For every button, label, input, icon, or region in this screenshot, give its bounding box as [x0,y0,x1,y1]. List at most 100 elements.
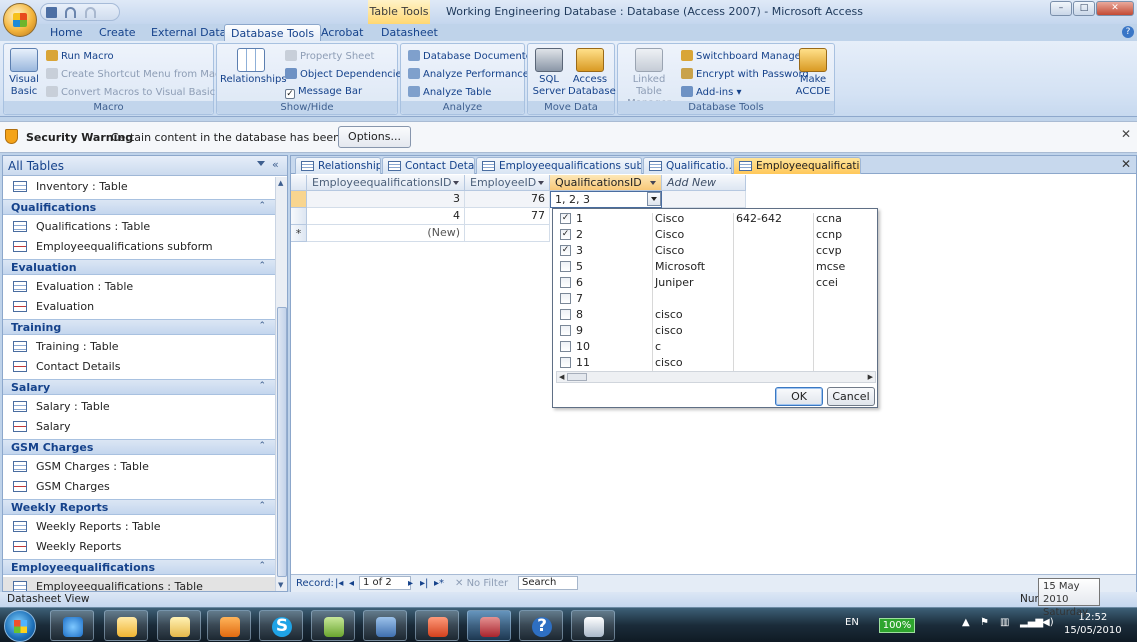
add-new-field-header[interactable]: Add New Field [662,175,746,204]
nav-pane-scrollbar[interactable]: ▲ ▼ [275,177,287,591]
nav-item-gsm-charges[interactable]: GSM Charges [3,477,275,497]
column-header-employeeid[interactable]: EmployeeID [465,175,550,191]
taskbar-internet-explorer[interactable] [50,610,94,641]
flag-icon[interactable]: ⚑ [980,617,989,628]
record-selector[interactable] [291,208,307,225]
create-shortcut-menu-button[interactable]: Create Shortcut Menu from Macro [46,68,231,81]
tab-database-tools[interactable]: Database Tools [224,24,322,41]
chevron-down-icon[interactable] [257,161,265,166]
taskbar-explorer[interactable] [157,610,201,641]
option-checkbox[interactable]: ✓ [560,229,571,240]
cancel-button[interactable]: Cancel [827,387,875,406]
multivalue-option-row[interactable]: 6 Juniper ccei [556,275,876,291]
chevron-up-icon[interactable]: ⌃ [258,501,266,511]
show-hidden-icons[interactable]: ▲ [962,617,970,628]
nav-item-employeequalifications-table[interactable]: Employeequalifications : Table [3,577,275,591]
taskbar-paint[interactable] [571,610,615,641]
close-window-button[interactable]: ✕ [1096,1,1134,16]
close-message-bar-icon[interactable]: ✕ [1121,127,1131,141]
nav-item-evaluation[interactable]: Evaluation [3,297,275,317]
language-indicator[interactable]: EN [845,617,859,628]
run-macro-button[interactable]: Run Macro [46,50,114,63]
ok-button[interactable]: OK [775,387,823,406]
multivalue-option-row[interactable]: 5 Microsoft mcse [556,259,876,275]
visual-basic-button[interactable]: Visual Basic [7,48,41,98]
tab-datasheet[interactable]: Datasheet [375,24,444,41]
sql-server-button[interactable]: SQL Server [531,48,567,98]
nav-pane-header[interactable]: All Tables « [3,156,287,176]
taskbar-access[interactable] [467,610,511,641]
nav-item-training-table[interactable]: Training : Table [3,337,275,357]
shutter-bar-close-icon[interactable]: « [272,158,279,171]
column-dropdown-icon[interactable] [453,181,459,185]
record-selector[interactable] [291,191,307,208]
select-all-corner[interactable] [291,175,307,191]
analyze-table-button[interactable]: Analyze Table [408,86,491,99]
nav-item-evaluation-table[interactable]: Evaluation : Table [3,277,275,297]
analyze-performance-button[interactable]: Analyze Performance [408,68,529,81]
new-record-icon[interactable]: ▸* [434,578,444,589]
doc-tab-qualificatio[interactable]: Qualificatio... [643,157,732,174]
chevron-up-icon[interactable]: ⌃ [258,201,266,211]
taskbar-presentation[interactable] [415,610,459,641]
start-button[interactable] [4,610,36,642]
nav-group-salary[interactable]: Salary ⌃ [3,379,275,395]
cell-new-record[interactable]: (New) [307,225,465,242]
first-record-icon[interactable]: |◂ [335,578,343,589]
chevron-up-icon[interactable]: ⌃ [258,441,266,451]
multivalue-option-row[interactable]: ✓ 2 Cisco ccnp [556,227,876,243]
taskbar-skype[interactable]: S [259,610,303,641]
last-record-icon[interactable]: ▸| [420,578,428,589]
maximize-button[interactable]: □ [1073,1,1095,16]
cell-employeeid[interactable] [465,225,550,242]
record-position-field[interactable]: 1 of 2 [359,576,411,590]
option-checkbox[interactable] [560,357,571,368]
taskbar-help[interactable]: ? [519,610,563,641]
taskbar-outlook[interactable] [104,610,148,641]
taskbar-network-app[interactable] [311,610,355,641]
relationships-button[interactable]: Relationships [220,48,287,86]
redo-icon[interactable] [85,7,96,18]
taskbar-media-player[interactable] [207,610,251,641]
cell-employeeid[interactable]: 77 [465,208,550,225]
nav-item-employeequalifications-subform[interactable]: Employeequalifications subform [3,237,275,257]
scrollbar-thumb[interactable] [277,307,287,577]
access-database-button[interactable]: Access Database [568,48,616,98]
doc-tab-contact-details[interactable]: Contact Details [382,157,475,174]
scroll-right-icon[interactable]: ▶ [868,372,873,382]
doc-tab-employeequalifications[interactable]: Employeequalifications [733,157,861,174]
scrollbar-thumb[interactable] [567,373,587,381]
nav-group-weekly-reports[interactable]: Weekly Reports ⌃ [3,499,275,515]
nav-item-qualifications-table[interactable]: Qualifications : Table [3,217,275,237]
signal-icon[interactable]: ▂▄▆ [1020,617,1043,628]
switchboard-manager-button[interactable]: Switchboard Manager [681,50,805,63]
multivalue-option-row[interactable]: 10 c [556,339,876,355]
option-checkbox[interactable] [560,261,571,272]
option-checkbox[interactable]: ✓ [560,245,571,256]
encrypt-password-button[interactable]: Encrypt with Password [681,68,809,81]
multivalue-option-row[interactable]: ✓ 3 Cisco ccvp [556,243,876,259]
search-field[interactable]: Search [518,576,578,590]
dropdown-horizontal-scrollbar[interactable]: ◀ ▶ [556,371,876,383]
option-checkbox[interactable] [560,293,571,304]
property-sheet-button[interactable]: Property Sheet [285,50,374,63]
no-filter-button[interactable]: ✕ No Filter [455,578,508,589]
add-ins-button[interactable]: Add-ins ▾ [681,86,742,99]
previous-record-icon[interactable]: ◂ [349,578,354,589]
nav-item-inventory-table[interactable]: Inventory : Table [3,177,275,197]
battery-indicator[interactable]: 100% [879,618,915,633]
column-header-employeequalificationsid[interactable]: EmployeequalificationsID [307,175,465,191]
object-dependencies-button[interactable]: Object Dependencies [285,68,407,81]
nav-group-gsm-charges[interactable]: GSM Charges ⌃ [3,439,275,455]
doc-tab-relationships[interactable]: Relationships [295,157,381,174]
nav-group-qualifications[interactable]: Qualifications ⌃ [3,199,275,215]
cell-add-new-field[interactable] [662,191,746,208]
network-tray-icon[interactable]: ▥ [1000,617,1009,628]
cell-employeeid[interactable]: 76 [465,191,550,208]
column-header-qualificationsid[interactable]: QualificationsID [550,175,662,191]
cell-employeequalificationsid[interactable]: 4 [307,208,465,225]
nav-item-salary[interactable]: Salary [3,417,275,437]
chevron-up-icon[interactable]: ⌃ [258,561,266,571]
option-checkbox[interactable]: ✓ [560,213,571,224]
multivalue-option-row[interactable]: 11 cisco [556,355,876,371]
